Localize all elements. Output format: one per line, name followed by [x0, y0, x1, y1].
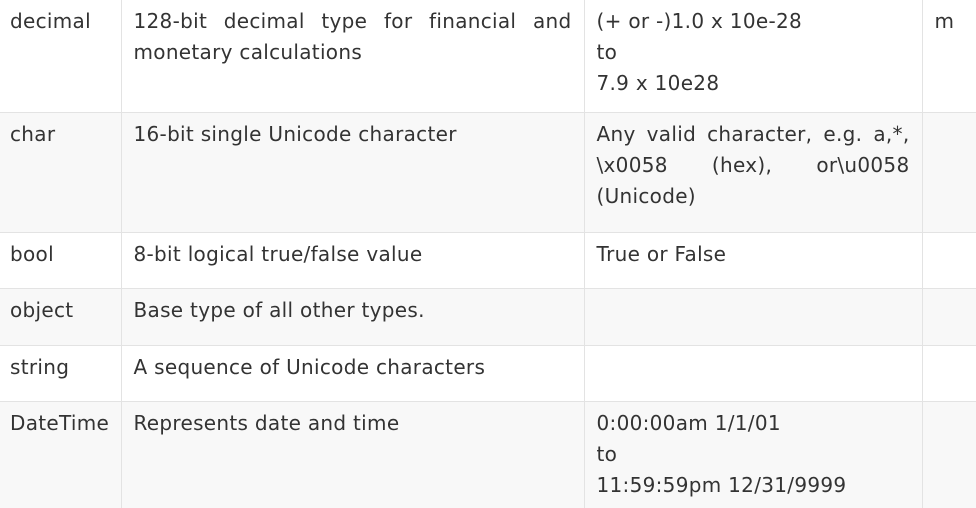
suffix-cell [922, 345, 976, 402]
description-cell: Base type of all other types. [121, 288, 585, 346]
type-cell: char [0, 112, 122, 233]
description-cell: Represents date and time [121, 401, 585, 508]
description-cell: 128-bit decimal type for financial and m… [121, 0, 585, 113]
range-line: 11:59:59pm 12/31/9999 [596, 472, 847, 497]
range-cell: (+ or -)1.0 x 10e-28 to 7.9 x 10e28 [584, 0, 923, 113]
type-cell: bool [0, 232, 122, 289]
range-cell: 0:00:00am 1/1/01 to 11:59:59pm 12/31/999… [584, 401, 923, 508]
table-row-datetime: DateTime Represents date and time 0:00:0… [0, 401, 976, 508]
table-row-bool: bool 8-bit logical true/false value True… [0, 232, 976, 289]
description-cell: A sequence of Unicode characters [121, 345, 585, 402]
table-row-decimal: decimal 128-bit decimal type for financi… [0, 0, 976, 113]
suffix-cell [922, 288, 976, 346]
suffix-cell [922, 401, 976, 508]
suffix-cell [922, 112, 976, 233]
range-cell [584, 288, 923, 346]
type-cell: decimal [0, 0, 122, 113]
suffix-cell: m [922, 0, 976, 113]
data-types-table: decimal 128-bit decimal type for financi… [0, 0, 976, 508]
type-cell: DateTime [0, 401, 122, 508]
range-line: to [596, 441, 618, 466]
table-row-char: char 16-bit single Unicode character Any… [0, 112, 976, 233]
type-cell: string [0, 345, 122, 402]
range-line: Any valid character, e.g. a,*, \x0058 (h… [596, 121, 910, 208]
description-cell: 16-bit single Unicode character [121, 112, 585, 233]
range-line: (+ or -)1.0 x 10e-28 [596, 9, 803, 33]
range-line: to [596, 40, 618, 64]
table-row-string: string A sequence of Unicode characters [0, 345, 976, 402]
range-line: 7.9 x 10e28 [596, 71, 720, 95]
range-line: 0:00:00am 1/1/01 [596, 410, 781, 435]
range-cell: Any valid character, e.g. a,*, \x0058 (h… [584, 112, 923, 233]
suffix-cell [922, 232, 976, 289]
description-cell: 8-bit logical true/false value [121, 232, 585, 289]
range-cell [584, 345, 923, 402]
table-row-object: object Base type of all other types. [0, 288, 976, 346]
range-cell: True or False [584, 232, 923, 289]
type-cell: object [0, 288, 122, 346]
range-line: True or False [596, 241, 727, 266]
